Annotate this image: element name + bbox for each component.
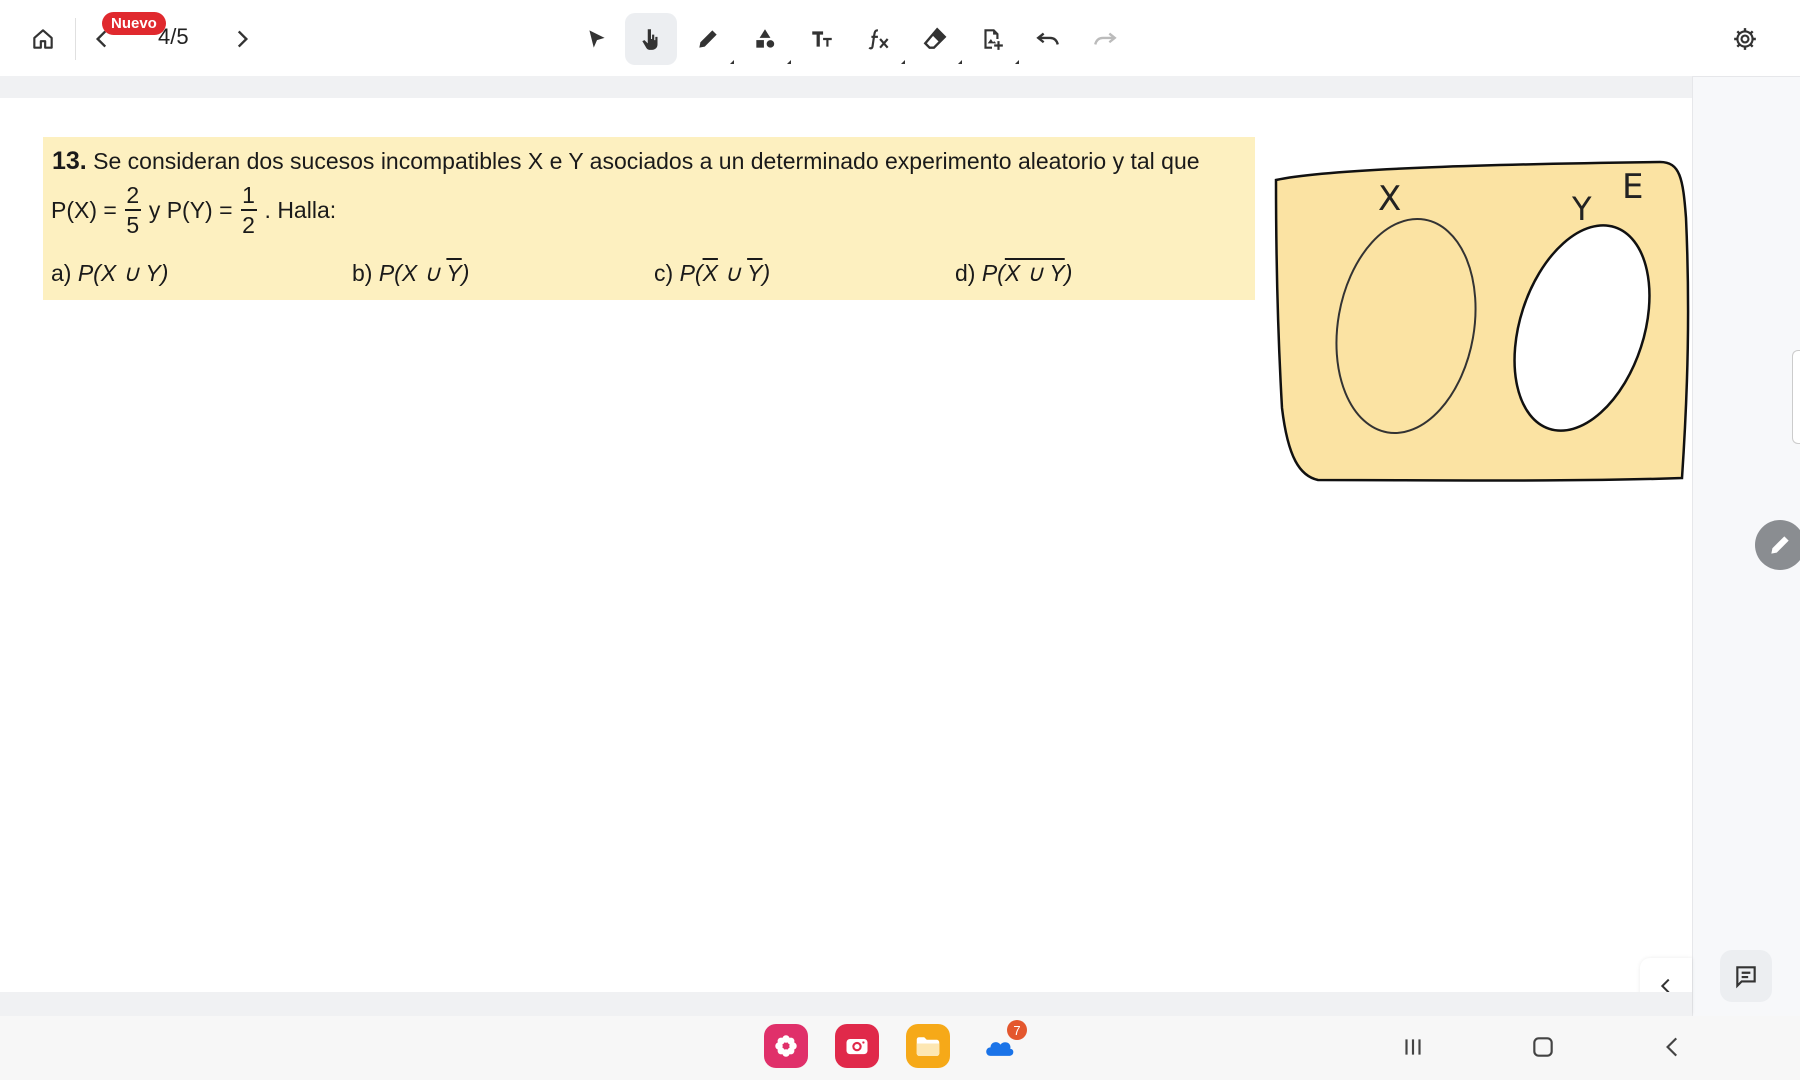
right-panel	[1692, 0, 1800, 1016]
shapes-icon	[756, 29, 775, 48]
venn-sketch[interactable]: X Y E	[1270, 158, 1690, 488]
option-b-expr: P(X ∪ Y)	[379, 260, 470, 286]
insert-image-icon	[984, 29, 1003, 50]
problem-statement-line1: 13. Se consideran dos sucesos incompatib…	[52, 145, 1200, 177]
option-b: b) P(X ∪ Y)	[352, 257, 469, 289]
side-panel-handle[interactable]	[1792, 350, 1800, 444]
px-denominator: 5	[126, 211, 140, 238]
option-b-expr-pre: P(X ∪	[378, 260, 447, 286]
option-d-expr-post: )	[1064, 260, 1073, 286]
eraser-icon	[923, 27, 947, 49]
back-icon	[1666, 1037, 1678, 1057]
py-label: y P(Y) =	[148, 196, 233, 223]
settings-button[interactable]	[1719, 13, 1771, 65]
px-numerator: 2	[126, 182, 140, 208]
option-a-label: a)	[51, 260, 72, 286]
hand-tool-button[interactable]	[625, 13, 677, 65]
pen-tool-button[interactable]	[682, 13, 734, 65]
new-badge: Nuevo	[102, 12, 166, 35]
page-indicator: 4/5	[158, 24, 189, 49]
recents-icon	[1405, 1039, 1421, 1055]
folder-glyph	[916, 1037, 940, 1056]
option-d-label: d)	[955, 260, 976, 286]
flower-app-icon[interactable]	[764, 1024, 808, 1068]
problem-text: Se consideran dos sucesos incompatibles …	[86, 148, 1200, 174]
undo-icon	[1036, 32, 1059, 45]
bottom-separator	[0, 992, 1692, 1016]
redo-button[interactable]	[1079, 13, 1131, 65]
option-c-expr-mid: ∪	[717, 260, 748, 286]
next-page-button[interactable]	[222, 13, 262, 65]
halla-text: . Halla:	[264, 196, 337, 223]
floating-pen-button[interactable]	[1755, 520, 1800, 570]
problem-card: 13. Se consideran dos sucesos incompatib…	[43, 137, 1255, 300]
px-fraction: 2 5	[124, 182, 141, 238]
pen-options-indicator	[730, 60, 734, 64]
chevron-right-icon	[237, 30, 249, 48]
option-c: c) P(X ∪ Y)	[654, 257, 770, 289]
home-icon	[33, 29, 53, 49]
label-e: E	[1622, 167, 1643, 207]
formula-icon	[868, 29, 889, 50]
recent-apps-button[interactable]	[1400, 1034, 1426, 1067]
option-d-expr-pre: P(	[981, 260, 1005, 286]
folder-app-icon[interactable]	[906, 1024, 950, 1068]
option-a-expr: P(X ∪ Y)	[77, 260, 169, 286]
formula-tool-button[interactable]	[853, 13, 905, 65]
back-nav-button[interactable]	[1660, 1034, 1686, 1067]
toolbar-separator	[0, 76, 1692, 98]
select-icon	[589, 30, 605, 48]
px-label: P(X) =	[51, 196, 117, 223]
flower-glyph	[775, 1035, 797, 1057]
insert-options-indicator	[1015, 60, 1019, 64]
py-fraction: 1 2	[240, 182, 257, 238]
home-button[interactable]	[17, 13, 69, 65]
option-b-expr-bar: Y	[446, 260, 462, 286]
insert-image-button[interactable]	[966, 13, 1018, 65]
hand-icon	[642, 29, 658, 50]
problem-statement-line2: P(X) = 2 5 y P(Y) = 1 2 . Halla:	[51, 182, 336, 238]
pencil-icon	[1771, 536, 1789, 554]
camera-glyph	[846, 1039, 868, 1055]
option-c-expr-pre: P(	[679, 260, 703, 286]
redo-icon	[1094, 32, 1117, 45]
comment-icon	[1736, 966, 1756, 989]
shapes-options-indicator	[787, 60, 791, 64]
text-icon	[812, 31, 832, 47]
formula-options-indicator	[901, 60, 905, 64]
option-c-label: c)	[654, 260, 674, 286]
cloud-notification-badge: 7	[1007, 1020, 1027, 1040]
option-c-expr: P(X ∪ Y)	[680, 260, 771, 286]
option-c-expr-bar2: Y	[747, 260, 763, 286]
option-b-label: b)	[352, 260, 373, 286]
problem-number: 13.	[52, 147, 87, 175]
option-d: d) P(X ∪ Y)	[955, 257, 1072, 289]
option-d-expr-bar: X ∪ Y	[1004, 260, 1065, 286]
py-denominator: 2	[242, 211, 255, 238]
camera-app-icon[interactable]	[835, 1024, 879, 1068]
option-b-expr-post: )	[461, 260, 470, 286]
toolbar-divider	[75, 18, 76, 60]
option-d-expr: P(X ∪ Y)	[982, 260, 1073, 286]
label-x: X	[1378, 179, 1401, 219]
pen-icon	[699, 30, 717, 48]
gear-icon	[1734, 28, 1756, 50]
option-a: a) P(X ∪ Y)	[51, 257, 168, 289]
eraser-tool-button[interactable]	[909, 13, 961, 65]
home-nav-button[interactable]	[1530, 1034, 1556, 1067]
select-tool-button[interactable]	[571, 13, 623, 65]
option-c-expr-post: )	[762, 260, 771, 286]
shapes-tool-button[interactable]	[739, 13, 791, 65]
option-c-expr-bar1: X	[702, 260, 718, 286]
text-tool-button[interactable]	[796, 13, 848, 65]
comments-button[interactable]	[1720, 950, 1772, 1002]
home-square-icon	[1533, 1037, 1553, 1057]
undo-button[interactable]	[1022, 13, 1074, 65]
eraser-options-indicator	[958, 60, 962, 64]
label-y: Y	[1571, 190, 1592, 228]
py-numerator: 1	[242, 182, 255, 208]
